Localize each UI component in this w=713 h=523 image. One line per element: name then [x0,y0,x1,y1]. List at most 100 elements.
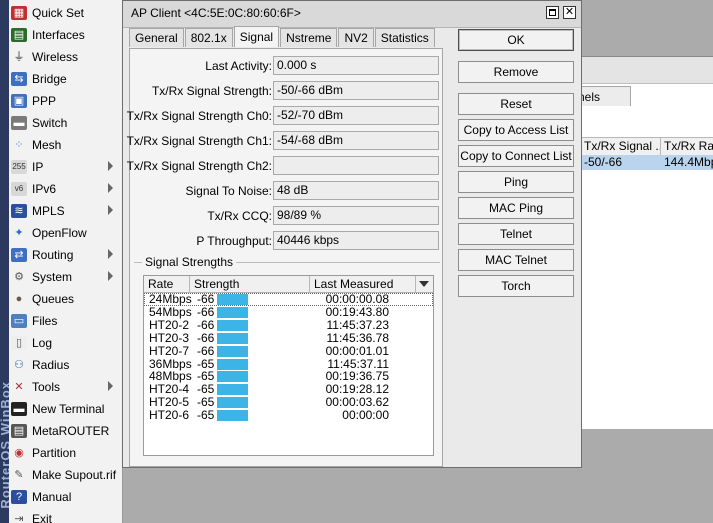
sidebar-item-system[interactable]: ⚙ System [9,266,122,288]
field-value[interactable] [273,156,439,175]
submenu-arrow-icon [108,249,113,259]
sidebar-item-tools[interactable]: ✕ Tools [9,376,122,398]
field-value[interactable]: 98/89 % [273,206,439,225]
field-label: P Throughput: [196,234,272,248]
brand-label: RouterOS WinBox [0,381,9,509]
sidebar-item-ppp[interactable]: ▣ PPP [9,90,122,112]
strength-bar [217,384,248,396]
field-value[interactable]: -50/-66 dBm [273,81,439,100]
field-label: Tx/Rx Signal Strength Ch2: [126,159,272,173]
cell-rate: HT20-2 [149,317,190,332]
sidebar-item-queues[interactable]: ● Queues [9,288,122,310]
header-strength[interactable]: Strength [190,276,310,292]
signal-strengths-group-title: Signal Strengths [142,255,237,269]
mpls-icon: ≋ [11,204,27,218]
strength-bar [217,358,248,370]
queues-icon: ● [15,293,23,305]
dialog-titlebar[interactable]: AP Client <4C:5E:0C:80:60:6F> ✕ [123,1,581,28]
field-row: Signal To Noise: 48 dB [130,181,442,201]
sidebar-item-bridge[interactable]: ⇆ Bridge [9,68,122,90]
sidebar-item-label: System [32,270,73,284]
mac-ping-button[interactable]: MAC Ping [458,197,574,219]
mesh-icon: ⁘ [14,139,24,151]
background-col-signal[interactable]: Tx/Rx Signal ... [581,138,661,155]
column-dropdown-icon[interactable] [415,276,433,292]
field-value[interactable]: 40446 kbps [273,231,439,250]
ok-button[interactable]: OK [458,29,574,51]
background-cell-signal: -50/-66 [584,155,623,169]
wireless-icon: ⏚ [13,51,25,63]
field-label: Tx/Rx Signal Strength Ch0: [126,109,272,123]
sidebar-item-ip[interactable]: 255 IP [9,156,122,178]
tab-nstreme[interactable]: Nstreme [280,28,338,47]
ip-icon: 255 [11,160,27,174]
tab-general[interactable]: General [129,28,184,47]
sidebar-item-label: Interfaces [32,28,85,42]
cell-strength: -66 [197,304,215,319]
sidebar-item-make-supout-rif[interactable]: ✎ Make Supout.rif [9,464,122,486]
field-row: Tx/Rx Signal Strength Ch2: [126,156,442,176]
sidebar-item-metarouter[interactable]: ▤ MetaROUTER [9,420,122,442]
background-table-row[interactable]: -50/-66 144.4Mbp [571,155,713,170]
copy-to-access-list-button[interactable]: Copy to Access List [458,119,574,141]
table-row[interactable]: HT20-2 -66 11:45:37.23 [144,317,433,332]
ping-button[interactable]: Ping [458,171,574,193]
background-window[interactable]: nels Tx/Rx Signal ... Tx/Rx Ra -50/-66 1… [560,56,713,429]
header-rate[interactable]: Rate [144,276,190,292]
dialog-title: AP Client <4C:5E:0C:80:60:6F> [131,6,301,20]
sidebar-item-label: Partition [32,446,77,460]
tab-nv2[interactable]: NV2 [338,28,374,47]
strength-bar [217,397,248,409]
terminal-icon: ▬ [11,402,27,416]
remove-button[interactable]: Remove [458,61,574,83]
sidebar-item-label: Manual [32,490,72,504]
sidebar-item-routing[interactable]: ⇄ Routing [9,244,122,266]
radius-icon: ⚇ [14,359,24,371]
background-col-rate[interactable]: Tx/Rx Ra [661,138,713,155]
mac-telnet-button[interactable]: MAC Telnet [458,249,574,271]
sidebar-item-label: Tools [32,380,61,394]
sidebar-item-interfaces[interactable]: ▤ Interfaces [9,24,122,46]
field-value[interactable]: 0.000 s [273,56,439,75]
close-icon[interactable]: ✕ [563,6,576,19]
sidebar-item-manual[interactable]: ? Manual [9,486,122,508]
sidebar-item-label: Switch [32,116,68,130]
torch-button[interactable]: Torch [458,275,574,297]
tab-signal[interactable]: Signal [233,26,280,47]
sidebar-item-label: IP [32,160,44,174]
sidebar-item-mesh[interactable]: ⁘ Mesh [9,134,122,156]
cell-strength: -66 [197,317,215,332]
sidebar-item-mpls[interactable]: ≋ MPLS [9,200,122,222]
table-row[interactable]: 54Mbps -66 00:19:43.80 [144,304,433,319]
sidebar-item-new-terminal[interactable]: ▬ New Terminal [9,398,122,420]
sidebar-item-files[interactable]: ▭ Files [9,310,122,332]
tools-icon: ✕ [14,381,24,393]
sidebar-item-openflow[interactable]: ✦ OpenFlow [9,222,122,244]
sidebar-item-label: New Terminal [32,402,105,416]
sidebar-item-switch[interactable]: ▬ Switch [9,112,122,134]
tab-802-1x[interactable]: 802.1x [184,28,233,47]
sidebar-item-wireless[interactable]: ⏚ Wireless [9,46,122,68]
submenu-arrow-icon [108,381,113,391]
ppp-icon: ▣ [11,94,27,108]
sidebar-item-exit[interactable]: ⇥ Exit [9,508,122,523]
header-last-measured[interactable]: Last Measured [310,276,416,292]
table-row[interactable]: HT20-6 -65 00:00:00 [144,409,433,422]
table-row[interactable]: HT20-3 -66 11:45:36.78 [144,331,433,345]
strength-bar [217,371,248,383]
sidebar-item-partition[interactable]: ◉ Partition [9,442,122,464]
sidebar-item-radius[interactable]: ⚇ Radius [9,354,122,376]
field-value[interactable]: -52/-70 dBm [273,106,439,125]
maximize-icon[interactable] [546,6,559,19]
reset-button[interactable]: Reset [458,93,574,115]
sidebar-item-ipv6[interactable]: v6 IPv6 [9,178,122,200]
sidebar-item-quick-set[interactable]: ▦ Quick Set [9,2,122,24]
field-value[interactable]: -54/-68 dBm [273,131,439,150]
field-value[interactable]: 48 dB [273,181,439,200]
table-row[interactable]: HT20-7 -66 00:00:01.01 [144,344,433,358]
tab-statistics[interactable]: Statistics [374,28,435,47]
telnet-button[interactable]: Telnet [458,223,574,245]
sidebar-item-label: Quick Set [32,6,85,20]
copy-to-connect-list-button[interactable]: Copy to Connect List [458,145,574,167]
sidebar-item-log[interactable]: ▯ Log [9,332,122,354]
